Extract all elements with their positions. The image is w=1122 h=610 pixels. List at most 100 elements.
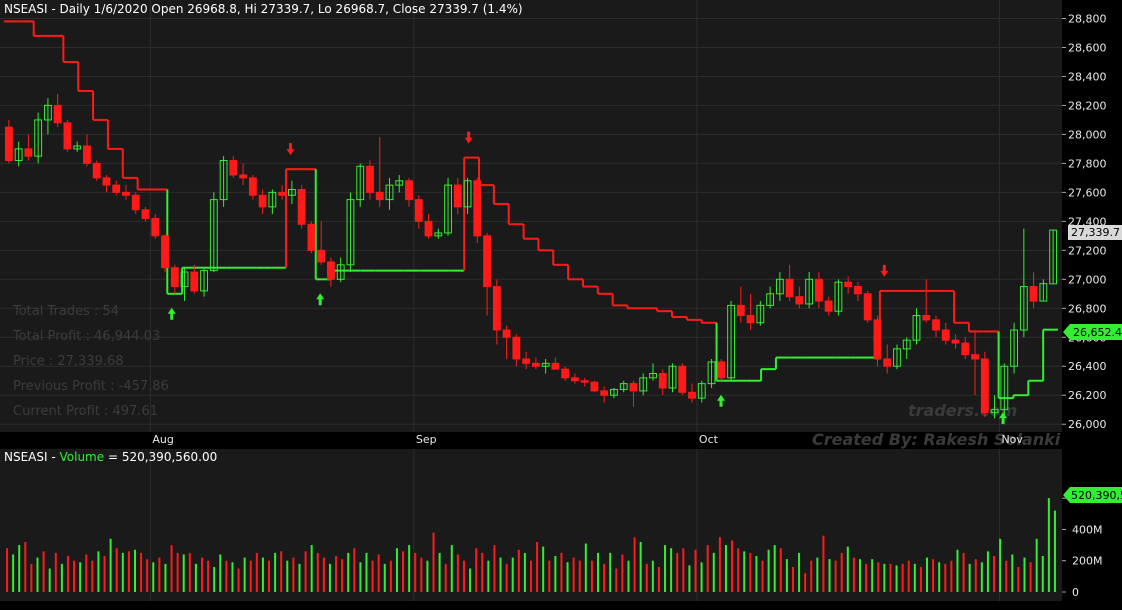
price-tick-label: 26,000 — [1068, 418, 1107, 431]
candle-body — [688, 391, 696, 399]
candle-body — [531, 362, 540, 367]
month-label: Sep — [416, 433, 437, 446]
volume-tick-label: 0 — [1072, 586, 1079, 599]
candle-body — [131, 194, 140, 211]
candle-body — [571, 377, 579, 382]
price-tick-label: 27,000 — [1068, 273, 1107, 286]
candle-body — [580, 380, 589, 383]
candle-body — [785, 278, 794, 298]
candle-body — [844, 281, 853, 288]
candle-body — [248, 177, 257, 196]
candle-body — [170, 267, 179, 288]
price-tick-label: 26,200 — [1068, 389, 1107, 402]
candle-body — [92, 162, 101, 179]
candle-body — [483, 235, 491, 288]
candle-body — [122, 191, 130, 196]
month-label: Oct — [699, 433, 719, 446]
candle-body — [473, 180, 482, 237]
candle-body — [424, 220, 433, 237]
stat-previous-profit: Previous Profit : -457.86 — [13, 379, 169, 394]
candle-body — [629, 383, 638, 392]
candle-body — [258, 194, 267, 208]
candle-body — [161, 235, 169, 269]
price-tick-label: 28,200 — [1068, 99, 1107, 112]
candle-body — [405, 180, 413, 201]
stop-price-tag-text: 26,652.4 — [1073, 326, 1122, 339]
month-label: Nov — [1001, 433, 1023, 446]
candle-body — [971, 354, 979, 360]
candle-body — [932, 319, 940, 331]
candle-body — [53, 104, 62, 124]
candle-body — [4, 126, 13, 161]
price-tick-label: 26,800 — [1068, 302, 1107, 315]
candle-body — [600, 390, 609, 396]
candle-body — [795, 296, 804, 305]
chart-svg: Total Trades : 54 Total Profit : 46,944.… — [0, 0, 1122, 610]
candle-body — [151, 217, 160, 237]
candle-body — [512, 336, 521, 360]
candle-body — [561, 368, 570, 379]
volume-title-series: Volume — [60, 450, 105, 464]
stat-total-trades: Total Trades : 54 — [12, 304, 119, 319]
candle-body — [551, 362, 560, 370]
candle-body — [522, 358, 531, 364]
candle-body — [951, 339, 960, 344]
candle-body — [278, 191, 287, 196]
candle-body — [307, 223, 316, 251]
chart-title: NSEASI - Daily 1/6/2020 Open 26968.8, Hi… — [4, 2, 523, 16]
candle-body — [854, 286, 862, 295]
candle-body — [63, 122, 72, 150]
candle-body — [824, 300, 833, 312]
watermark-created-by: Created By: Rakesh Solanki — [812, 430, 1061, 449]
candle-body — [375, 191, 384, 201]
volume-tag-text: 520,390,5 — [1071, 489, 1122, 502]
candle-body — [980, 358, 989, 414]
price-tick-label: 27,600 — [1068, 186, 1107, 199]
close-price-tag: 27,339.7 — [1068, 225, 1122, 240]
candle-body — [922, 315, 931, 321]
price-tick-label: 26,400 — [1068, 360, 1107, 373]
candle-body — [736, 304, 745, 317]
stat-total-profit: Total Profit : 46,944.03 — [12, 329, 160, 344]
candle-body — [814, 278, 823, 302]
candle-body — [492, 286, 501, 331]
price-panel[interactable] — [0, 0, 1062, 432]
candle-body — [746, 315, 755, 324]
candle-body — [883, 358, 892, 367]
candle-body — [658, 372, 667, 389]
candle-body — [83, 145, 91, 164]
volume-title-prefix: NSEASI - — [4, 450, 60, 464]
stat-current-profit: Current Profit : 497.61 — [13, 404, 158, 419]
candle-body — [678, 365, 687, 393]
candle-body — [453, 184, 462, 208]
candle-body — [863, 293, 872, 321]
candle-body — [1029, 286, 1038, 302]
price-tick-label: 28,000 — [1068, 128, 1107, 141]
candle-body — [297, 188, 306, 225]
volume-title: NSEASI - Volume = 520,390,560.00 — [4, 450, 217, 464]
candle-body — [239, 174, 248, 179]
candle-body — [141, 209, 150, 219]
candle-body — [317, 249, 326, 263]
price-tick-label: 27,200 — [1068, 244, 1107, 257]
volume-tick-label: 200M — [1072, 555, 1103, 568]
volume-tag: 520,390,5 — [1063, 487, 1122, 503]
candle-body — [327, 261, 335, 280]
candle-body — [502, 329, 511, 338]
candle-body — [24, 148, 33, 157]
candle-body — [112, 184, 121, 193]
candle-body — [873, 319, 882, 360]
price-axis: 26,00026,20026,40026,60026,80027,00027,2… — [1062, 12, 1107, 431]
volume-title-value: = 520,390,560.00 — [104, 450, 217, 464]
candle-body — [229, 159, 238, 176]
candle-body — [366, 165, 374, 193]
candle-body — [102, 177, 111, 186]
candle-body — [590, 381, 599, 392]
candle-body — [961, 342, 970, 356]
candle-body — [414, 199, 423, 222]
stop-price-tag: 26,652.4 — [1063, 324, 1122, 340]
volume-tick-label: 400M — [1072, 523, 1103, 536]
candle-body — [190, 271, 199, 292]
price-tick-label: 27,800 — [1068, 157, 1107, 170]
candle-body — [941, 329, 950, 341]
